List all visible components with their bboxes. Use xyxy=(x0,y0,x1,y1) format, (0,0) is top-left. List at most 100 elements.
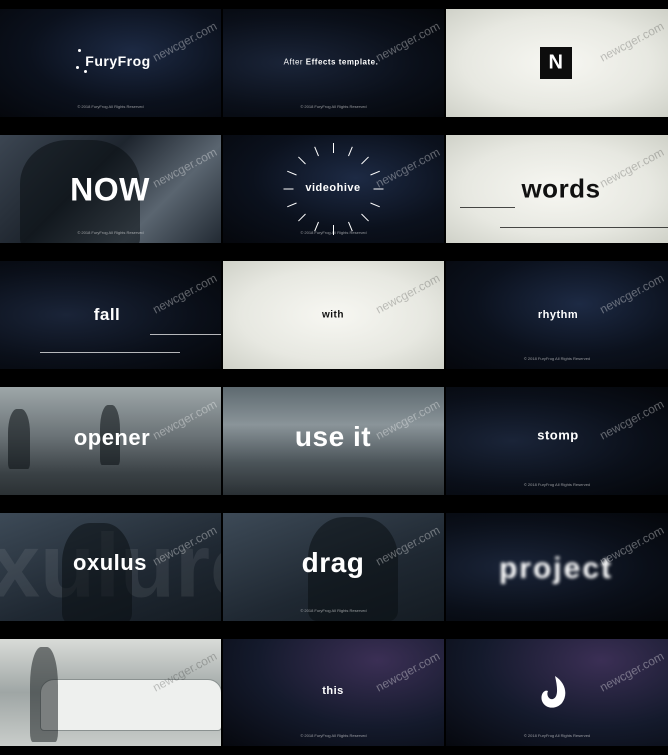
copyright-text: © 2018 FuryFrog All Rights Reserved xyxy=(523,482,591,487)
frame-10-image: opener newcger.com xyxy=(0,387,221,495)
frame-12-image: stomp © 2018 FuryFrog All Rights Reserve… xyxy=(446,387,668,495)
frame-1-image: FuryFrog © 2018 FuryFrog All Rights Rese… xyxy=(0,9,221,117)
frame-3-title: N xyxy=(548,51,564,74)
watermark: newcger.com xyxy=(373,397,443,443)
frame-17-title: this xyxy=(322,685,344,697)
burst-ray xyxy=(348,146,354,156)
burst-ray xyxy=(313,146,319,156)
frame-8-image: with newcger.com xyxy=(223,261,444,369)
frame-9-image: rhythm © 2018 FuryFrog All Rights Reserv… xyxy=(446,261,668,369)
accent-line xyxy=(500,227,668,228)
frame-12-title: stomp xyxy=(537,427,579,443)
frame-4-title: NOW xyxy=(70,171,150,208)
copyright-text: © 2018 FuryFrog All Rights Reserved xyxy=(523,356,591,361)
frame-2-image: After Effects template. © 2018 FuryFrog … xyxy=(223,9,444,117)
watermark: newcger.com xyxy=(373,145,443,191)
frame-13-title: oxulus xyxy=(73,550,147,575)
frame-15-image: project newcger.com xyxy=(446,513,668,621)
frame-6-title: words xyxy=(521,173,601,204)
copyright-text: © 2018 FuryFrog All Rights Reserved xyxy=(300,733,367,738)
accent-line xyxy=(40,352,180,353)
frame-5-image: videohive © 2018 FuryFrog All Rights Res… xyxy=(223,135,444,243)
frame-5-title: videohive xyxy=(305,182,361,194)
watermark: newcger.com xyxy=(597,271,667,317)
frame-4: NOW © 2018 FuryFrog All Rights Reserved … xyxy=(0,126,221,252)
copyright-text: © 2018 FuryFrog All Rights Reserved xyxy=(300,104,367,109)
burst-ray xyxy=(373,188,384,190)
thumbnail-grid: FuryFrog © 2018 FuryFrog All Rights Rese… xyxy=(0,0,668,755)
burst-ray xyxy=(370,202,380,208)
watermark: newcger.com xyxy=(150,145,220,191)
watermark: newcger.com xyxy=(597,649,667,695)
copyright-text: © 2018 FuryFrog All Rights Reserved xyxy=(77,104,144,109)
watermark: newcger.com xyxy=(373,271,443,317)
sparkle-dot xyxy=(84,70,87,73)
frame-11-image: use it newcger.com xyxy=(223,387,444,495)
burst-ray xyxy=(297,156,306,164)
frame-11: use it newcger.com xyxy=(223,378,444,504)
copyright-text: © 2018 FuryFrog All Rights Reserved xyxy=(300,608,367,613)
watermark: newcger.com xyxy=(150,19,220,65)
frame-10: opener newcger.com xyxy=(0,378,221,504)
frame-3: N newcger.com xyxy=(446,0,668,126)
envato-logo-icon xyxy=(541,676,566,708)
frame-12: stomp © 2018 FuryFrog All Rights Reserve… xyxy=(446,378,668,504)
frame-13-image: xulurc oxulus newcger.com xyxy=(0,513,221,621)
frame-7: fall newcger.com xyxy=(0,252,221,378)
frame-15-title: project xyxy=(498,552,614,585)
frame-11-title: use it xyxy=(294,421,372,452)
burst-ray xyxy=(333,225,334,235)
person-silhouette xyxy=(8,409,30,469)
frame-2-title: After Effects template. xyxy=(284,58,379,67)
frame-2: After Effects template. © 2018 FuryFrog … xyxy=(223,0,444,126)
frame-7-title: fall xyxy=(93,305,121,324)
watermark: newcger.com xyxy=(373,19,443,65)
frame-1-title: FuryFrog xyxy=(85,53,151,69)
frame-9-title: rhythm xyxy=(537,309,579,321)
frame-15: project newcger.com xyxy=(446,504,668,630)
watermark: newcger.com xyxy=(373,649,443,695)
copyright-text: © 2018 FuryFrog All Rights Reserved xyxy=(523,733,591,738)
burst-ray xyxy=(287,202,297,208)
frame-14: drag © 2018 FuryFrog All Rights Reserved… xyxy=(223,504,444,630)
frame-5: videohive © 2018 FuryFrog All Rights Res… xyxy=(223,126,444,252)
burst-ray xyxy=(333,143,334,153)
burst-ray xyxy=(283,188,294,190)
frame-8-title: with xyxy=(322,309,344,321)
frame-13: xulurc oxulus newcger.com xyxy=(0,504,221,630)
accent-line xyxy=(150,334,221,335)
accent-line xyxy=(460,207,515,208)
frame-17: this © 2018 FuryFrog All Rights Reserved… xyxy=(223,630,444,755)
frame-1: FuryFrog © 2018 FuryFrog All Rights Rese… xyxy=(0,0,221,126)
frame-18: © 2018 FuryFrog All Rights Reserved newc… xyxy=(446,630,668,755)
burst-ray xyxy=(287,170,297,176)
burst-ray xyxy=(361,156,370,164)
frame-2-title-a: After xyxy=(283,57,304,67)
burst-ray xyxy=(361,214,370,222)
watermark: newcger.com xyxy=(150,271,220,317)
frame-16-image: newcger.com xyxy=(0,639,221,746)
watermark: newcger.com xyxy=(597,523,667,569)
frame-10-title: opener xyxy=(73,425,151,450)
frame-6: words newcger.com xyxy=(446,126,668,252)
frame-18-image: © 2018 FuryFrog All Rights Reserved newc… xyxy=(446,639,668,746)
frame-16: newcger.com xyxy=(0,630,221,755)
burst-ray xyxy=(297,214,306,222)
watermark: newcger.com xyxy=(597,145,667,191)
watermark: newcger.com xyxy=(150,397,220,443)
frame-17-image: this © 2018 FuryFrog All Rights Reserved… xyxy=(223,639,444,746)
frame-9: rhythm © 2018 FuryFrog All Rights Reserv… xyxy=(446,252,668,378)
watermark: newcger.com xyxy=(597,19,667,65)
frame-8: with newcger.com xyxy=(223,252,444,378)
frame-7-image: fall newcger.com xyxy=(0,261,221,369)
frame-3-image: N newcger.com xyxy=(446,9,668,117)
frame-2-title-b: Effects template. xyxy=(303,57,379,67)
sparkle-dot xyxy=(78,49,81,52)
frame-4-image: NOW © 2018 FuryFrog All Rights Reserved … xyxy=(0,135,221,243)
person-silhouette xyxy=(30,647,58,742)
copyright-text: © 2018 FuryFrog All Rights Reserved xyxy=(77,230,144,235)
watermark: newcger.com xyxy=(597,397,667,443)
frame-14-title: drag xyxy=(301,547,365,578)
sparkle-dot xyxy=(76,66,79,69)
frame-6-image: words newcger.com xyxy=(446,135,668,243)
